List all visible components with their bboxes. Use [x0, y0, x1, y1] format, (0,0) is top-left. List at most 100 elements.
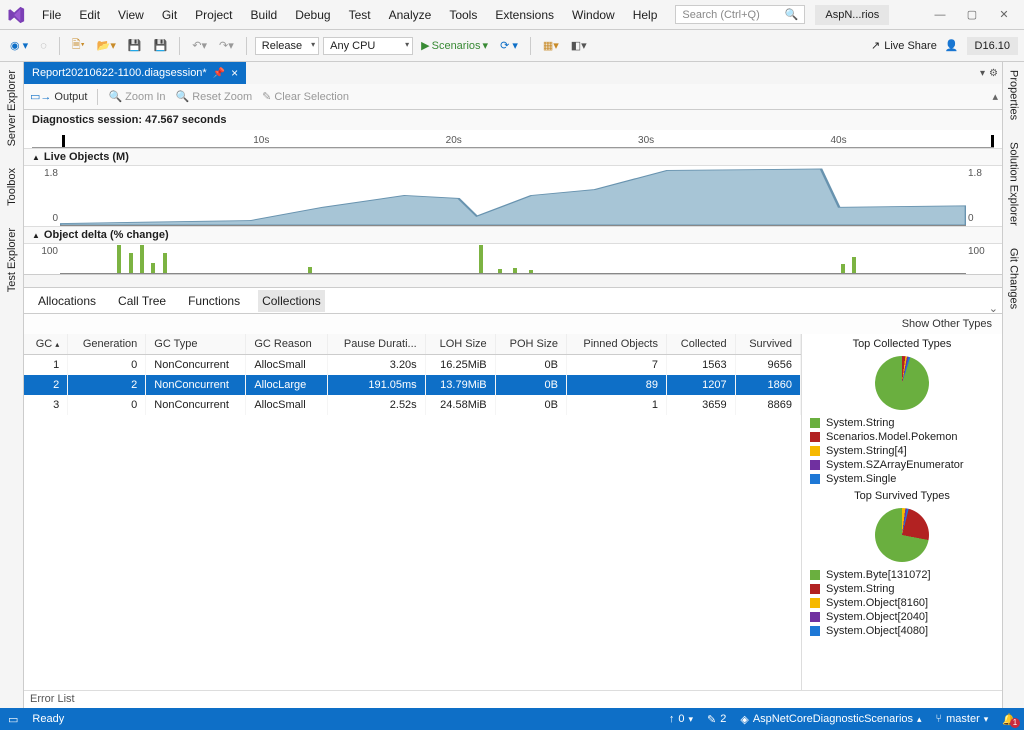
refresh-button[interactable]: ⟳ ▾: [496, 37, 522, 54]
status-branch[interactable]: ⑂ master ▾: [936, 713, 989, 725]
zoom-in-button[interactable]: 🔍 Zoom In: [108, 90, 165, 103]
save-button[interactable]: 💾: [124, 37, 146, 54]
menu-extensions[interactable]: Extensions: [487, 4, 562, 26]
col-gc[interactable]: GC ▴: [24, 334, 68, 355]
status-changes[interactable]: ✎ 2: [707, 713, 726, 726]
solution-name[interactable]: AspN...rios: [815, 5, 889, 25]
legend-item[interactable]: System.Byte[131072]: [810, 568, 994, 582]
save-all-button[interactable]: 💾: [150, 37, 172, 54]
legend-item[interactable]: System.Object[8160]: [810, 596, 994, 610]
run-button[interactable]: ▶ Scenarios ▾: [417, 37, 492, 54]
chart1-header[interactable]: ▲Live Objects (M): [24, 148, 1002, 166]
notifications-icon[interactable]: 🔔1: [1002, 713, 1016, 726]
col-loh-size[interactable]: LOH Size: [425, 334, 495, 355]
table-row[interactable]: 10NonConcurrentAllocSmall3.20s16.25MiB0B…: [24, 355, 801, 376]
back-button[interactable]: ◉ ▾: [6, 37, 32, 54]
toolbox-button-1[interactable]: ▦▾: [539, 37, 563, 54]
menu-window[interactable]: Window: [564, 4, 623, 26]
menu-help[interactable]: Help: [625, 4, 666, 26]
config-dropdown[interactable]: Release: [255, 37, 319, 55]
show-other-types-link[interactable]: Show Other Types: [24, 314, 1002, 334]
close-button[interactable]: ✕: [990, 5, 1018, 25]
file-tab[interactable]: Report20210622-1100.diagsession* 📌 ×: [24, 62, 246, 84]
scroll-down-icon[interactable]: ⌄: [989, 302, 998, 315]
legend-item[interactable]: System.String: [810, 582, 994, 596]
detail-tab-allocations[interactable]: Allocations: [34, 290, 100, 312]
menu-edit[interactable]: Edit: [71, 4, 108, 26]
pin-icon[interactable]: 📌: [213, 68, 225, 79]
search-input[interactable]: Search (Ctrl+Q) 🔍: [675, 5, 805, 24]
platform-dropdown[interactable]: Any CPU: [323, 37, 413, 55]
right-tab-solution-explorer[interactable]: Solution Explorer: [1006, 138, 1022, 230]
ruler-end-marker[interactable]: [991, 135, 994, 147]
table-row[interactable]: 30NonConcurrentAllocSmall2.52s24.58MiB0B…: [24, 395, 801, 415]
timeline-ruler[interactable]: 10s20s30s40s: [32, 130, 994, 148]
right-tab-properties[interactable]: Properties: [1006, 66, 1022, 124]
col-pinned-objects[interactable]: Pinned Objects: [566, 334, 666, 355]
menu-test[interactable]: Test: [341, 4, 379, 26]
live-share-button[interactable]: ↗ Live Share: [871, 39, 937, 52]
right-tab-git-changes[interactable]: Git Changes: [1006, 244, 1022, 313]
scroll-up-icon[interactable]: ▴: [992, 90, 998, 103]
menu-git[interactable]: Git: [154, 4, 185, 26]
menu-project[interactable]: Project: [187, 4, 240, 26]
new-item-button[interactable]: 🗎▾: [68, 34, 89, 57]
ruler-label: 40s: [830, 135, 846, 146]
output-button[interactable]: ▭→ Output: [30, 90, 87, 103]
col-generation[interactable]: Generation: [68, 334, 146, 355]
legend-item[interactable]: System.String: [810, 416, 994, 430]
account-icon[interactable]: 👤: [941, 37, 963, 54]
forward-button[interactable]: ◌: [36, 38, 51, 54]
legend-item[interactable]: System.Object[2040]: [810, 610, 994, 624]
chart1-ymin-l: 0: [34, 213, 58, 224]
cell: 24.58MiB: [425, 395, 495, 415]
col-poh-size[interactable]: POH Size: [495, 334, 566, 355]
detail-tab-call-tree[interactable]: Call Tree: [114, 290, 170, 312]
legend-item[interactable]: System.Single: [810, 472, 994, 486]
tab-well: Report20210622-1100.diagsession* 📌 × ▾ ⚙: [24, 62, 1002, 84]
menu-file[interactable]: File: [34, 4, 69, 26]
legend-item[interactable]: System.String[4]: [810, 444, 994, 458]
session-info: Diagnostics session: 47.567 seconds: [24, 110, 1002, 130]
col-collected[interactable]: Collected: [667, 334, 736, 355]
chart2-header[interactable]: ▲Object delta (% change): [24, 226, 1002, 244]
clear-selection-button[interactable]: ✎ Clear Selection: [262, 90, 349, 103]
undo-button[interactable]: ↶▾: [188, 37, 211, 54]
col-survived[interactable]: Survived: [735, 334, 800, 355]
open-button[interactable]: 📂▾: [93, 37, 120, 54]
detail-tab-collections[interactable]: Collections: [258, 290, 325, 312]
close-tab-icon[interactable]: ×: [231, 66, 238, 80]
ruler-start-marker[interactable]: [62, 135, 65, 147]
toolbox-button-2[interactable]: ◧▾: [567, 37, 591, 54]
left-tab-server-explorer[interactable]: Server Explorer: [4, 66, 20, 150]
delta-bar: [163, 253, 167, 273]
tab-menu-dropdown-icon[interactable]: ▾: [980, 68, 985, 79]
maximize-button[interactable]: ▢: [958, 5, 986, 25]
menu-analyze[interactable]: Analyze: [381, 4, 440, 26]
legend-item[interactable]: Scenarios.Model.Pokemon: [810, 430, 994, 444]
tab-options-icon[interactable]: ⚙: [989, 68, 998, 79]
left-tab-toolbox[interactable]: Toolbox: [4, 164, 20, 210]
status-unpushed[interactable]: ↑ 0 ▾: [669, 713, 693, 725]
splitter[interactable]: [24, 274, 1002, 288]
legend-item[interactable]: System.Object[4080]: [810, 624, 994, 638]
col-gc-reason[interactable]: GC Reason: [246, 334, 327, 355]
diag-toolbar: ▭→ Output 🔍 Zoom In 🔍 Reset Zoom ✎ Clear…: [24, 84, 1002, 110]
detail-tab-functions[interactable]: Functions: [184, 290, 244, 312]
error-list-tab[interactable]: Error List: [24, 690, 1002, 708]
table-row[interactable]: 22NonConcurrentAllocLarge191.05ms13.79Mi…: [24, 375, 801, 395]
legend-item[interactable]: System.SZArrayEnumerator: [810, 458, 994, 472]
menu-tools[interactable]: Tools: [441, 4, 485, 26]
menu-debug[interactable]: Debug: [287, 4, 338, 26]
col-gc-type[interactable]: GC Type: [146, 334, 246, 355]
minimize-button[interactable]: —: [926, 5, 954, 25]
delta-bar: [117, 245, 121, 273]
reset-zoom-button[interactable]: 🔍 Reset Zoom: [176, 90, 253, 103]
left-tab-test-explorer[interactable]: Test Explorer: [4, 224, 20, 296]
col-pause-durati-[interactable]: Pause Durati...: [327, 334, 425, 355]
status-project[interactable]: ◈ AspNetCoreDiagnosticScenarios ▴: [740, 713, 921, 726]
menu-view[interactable]: View: [110, 4, 152, 26]
cell: 3: [24, 395, 68, 415]
redo-button[interactable]: ↷▾: [215, 37, 238, 54]
menu-build[interactable]: Build: [243, 4, 286, 26]
